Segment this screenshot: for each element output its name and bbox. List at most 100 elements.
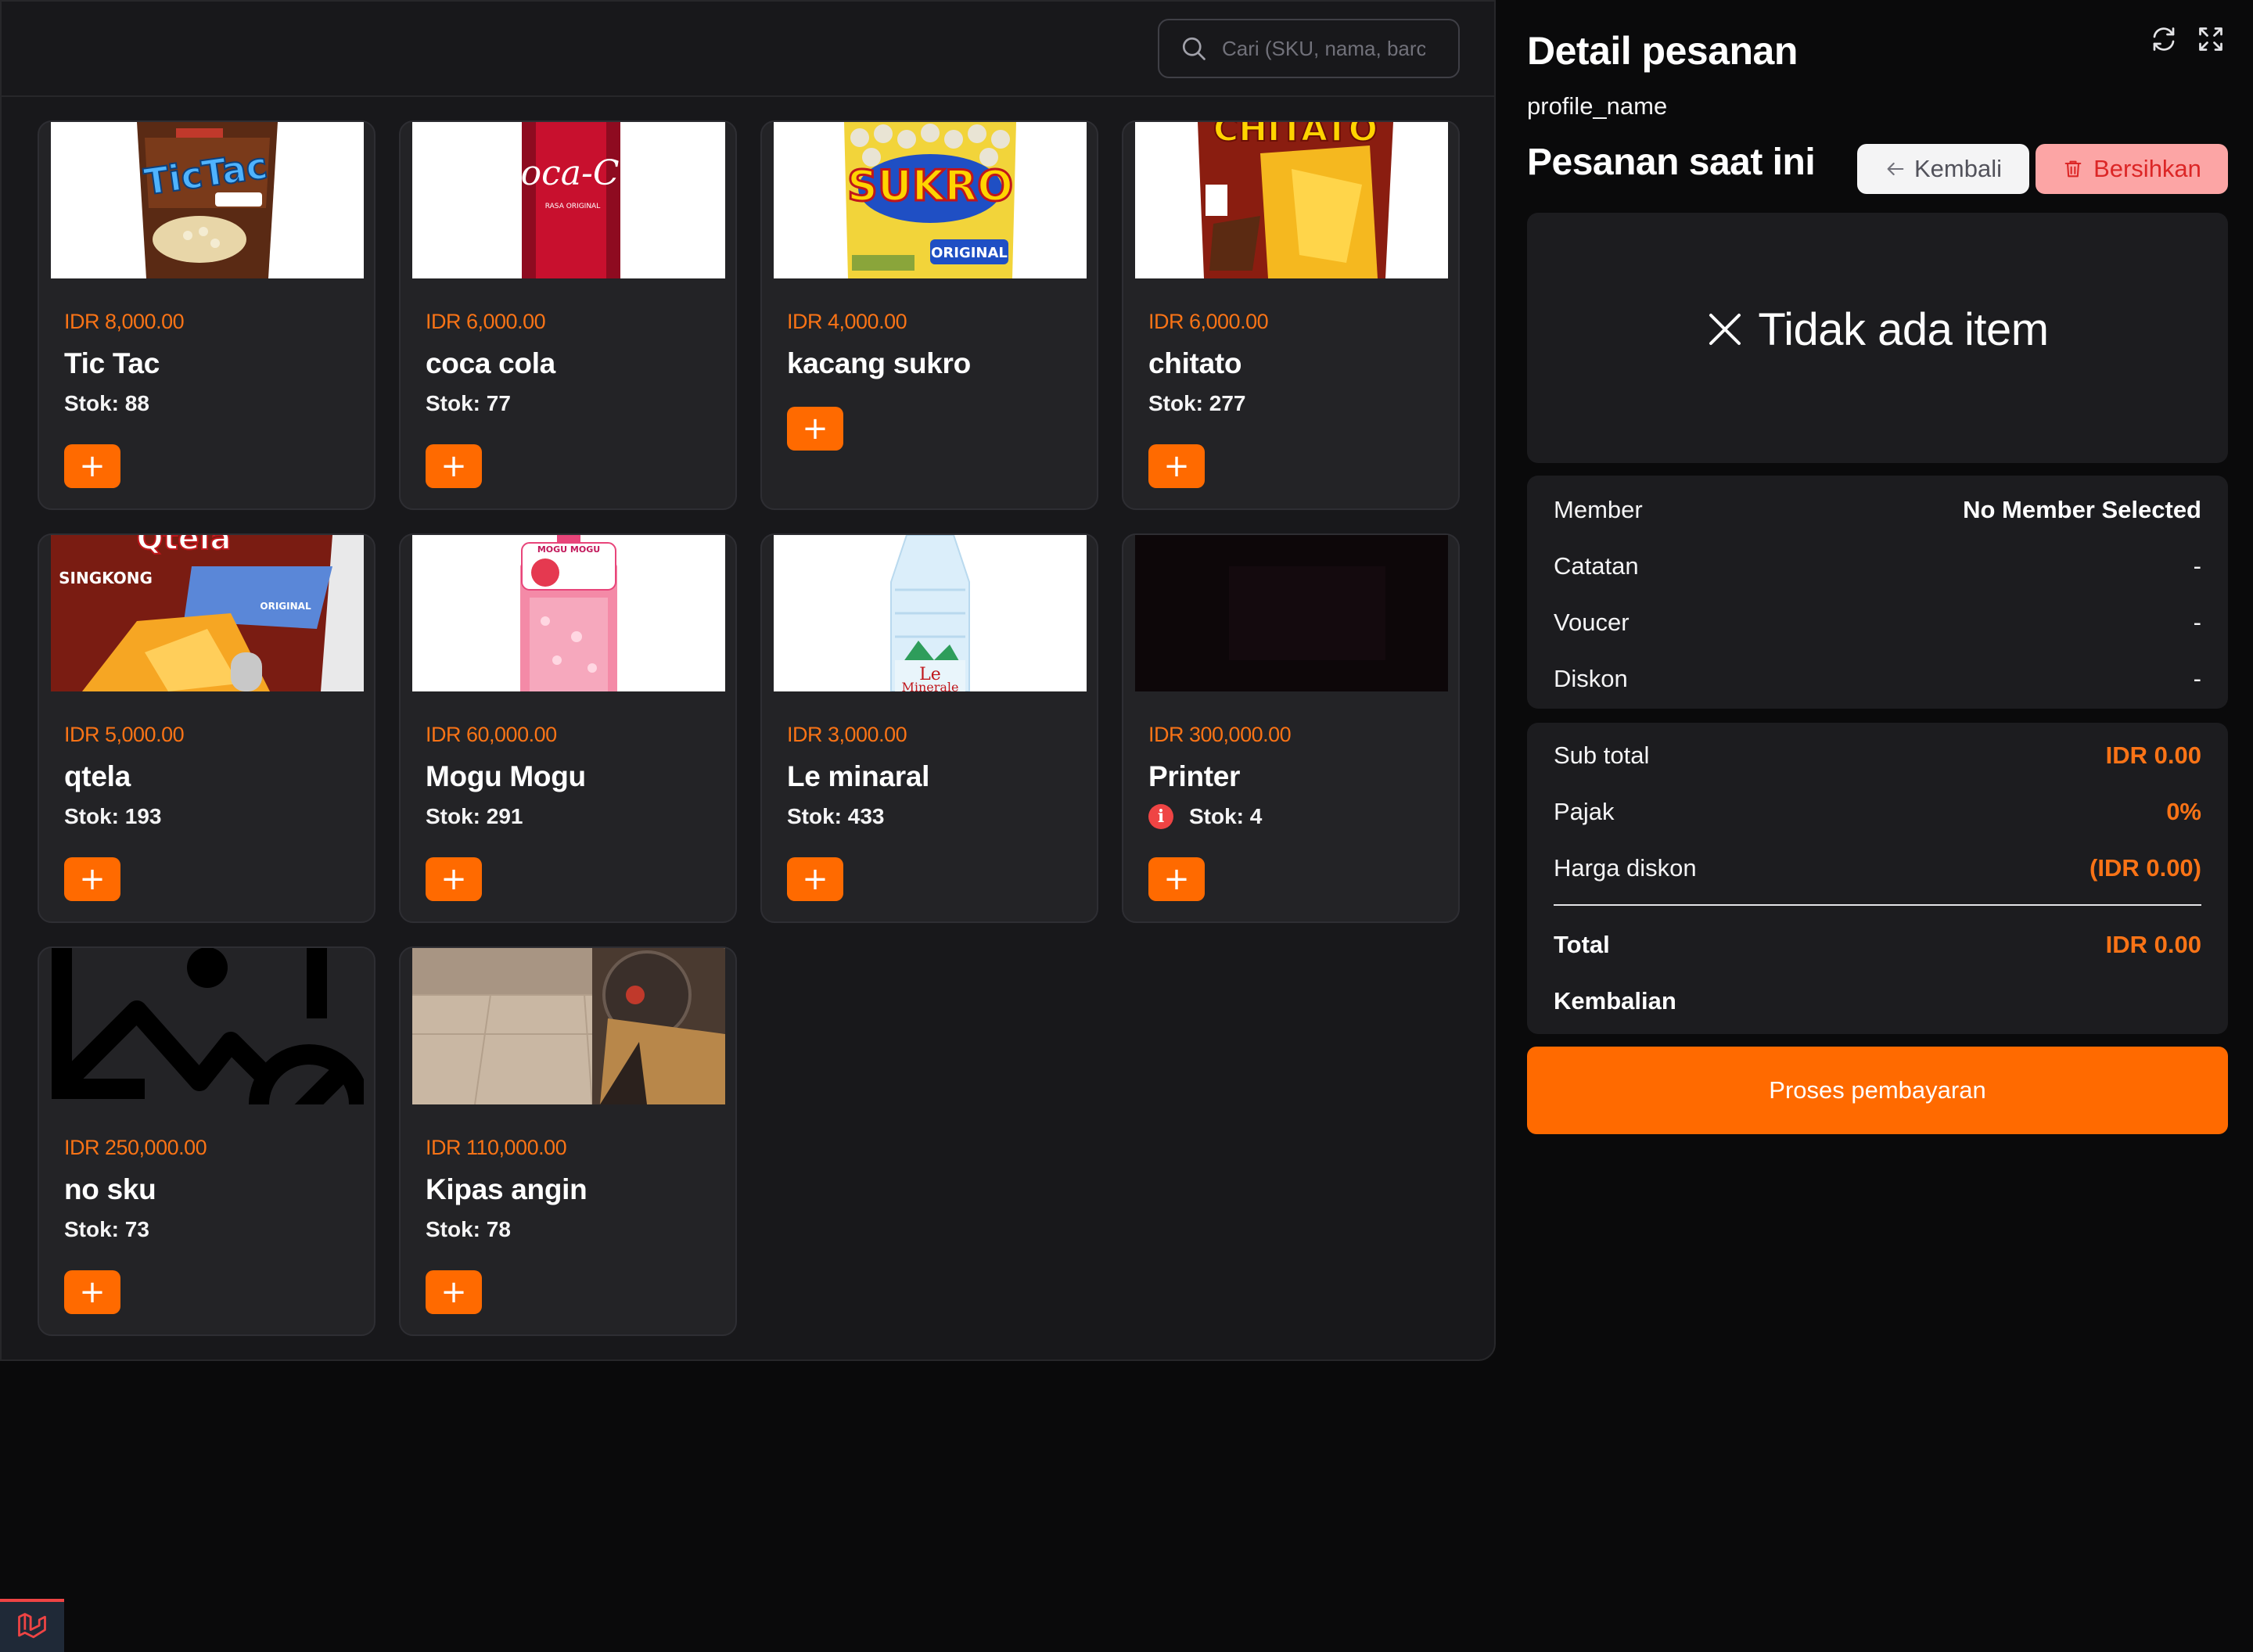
add-to-cart-button[interactable]: + <box>426 857 482 901</box>
svg-text:SINGKONG: SINGKONG <box>59 569 153 587</box>
svg-text:ORIGINAL: ORIGINAL <box>931 245 1008 261</box>
product-card[interactable]: CHITATO IDR 6,000.00 chitato Stok: 277 + <box>1122 120 1460 510</box>
product-card[interactable]: IDR 300,000.00 Printer i Stok: 4 + <box>1122 533 1460 923</box>
add-to-cart-button[interactable]: + <box>1148 857 1205 901</box>
low-stock-info-icon: i <box>1148 804 1173 829</box>
search-input[interactable] <box>1222 36 1425 61</box>
total-row: Total IDR 0.00 <box>1554 929 2201 961</box>
product-price: IDR 60,000.00 <box>426 723 557 746</box>
printer-image <box>1135 535 1448 691</box>
product-name: qtela <box>64 760 131 792</box>
tictac-snack-image: TicTac <box>51 122 364 278</box>
add-to-cart-button[interactable]: + <box>426 1270 482 1314</box>
image-placeholder-icon <box>51 948 364 1104</box>
product-card[interactable]: Le Minerale IDR 3,000.00 Le minaral Stok… <box>760 533 1098 923</box>
subtotal-row: Sub total IDR 0.00 <box>1554 740 2201 771</box>
search-box[interactable] <box>1158 19 1460 78</box>
product-card[interactable]: Coca-Col RASA ORIGINAL IDR 6,000.00 coca… <box>399 120 737 510</box>
product-stock-text: Stok: 4 <box>1189 804 1263 828</box>
chitato-chips-image: CHITATO <box>1135 122 1448 278</box>
product-stock: Stok: 433 <box>787 804 885 829</box>
product-name: Le minaral <box>787 760 930 792</box>
svg-text:Minerale: Minerale <box>901 680 958 691</box>
fullscreen-icon[interactable] <box>2197 25 2225 53</box>
add-to-cart-button[interactable]: + <box>787 407 843 451</box>
product-name: no sku <box>64 1173 156 1205</box>
header-actions <box>2150 25 2225 53</box>
product-price: IDR 6,000.00 <box>426 310 546 333</box>
product-panel: TicTac IDR 8,000.00 Tic Tac Stok: 88 + <box>0 0 1496 1361</box>
product-stock-text: Stok: 433 <box>787 804 885 828</box>
product-stock-text: Stok: 193 <box>64 804 162 828</box>
change-row: Kembalian <box>1554 986 2201 1017</box>
product-stock-text: Stok: 277 <box>1148 391 1246 415</box>
member-value: No Member Selected <box>1963 496 2201 523</box>
product-stock-text: Stok: 77 <box>426 391 511 415</box>
clear-button[interactable]: Bersihkan <box>2036 144 2228 194</box>
svg-text:CHITATO: CHITATO <box>1213 122 1378 149</box>
product-price: IDR 300,000.00 <box>1148 723 1292 746</box>
product-price: IDR 5,000.00 <box>64 723 185 746</box>
product-stock-text: Stok: 88 <box>64 391 149 415</box>
product-card[interactable]: IDR 250,000.00 no sku Stok: 73 + <box>38 946 376 1336</box>
process-payment-button[interactable]: Proses pembayaran <box>1527 1047 2228 1134</box>
voucher-row[interactable]: Voucer - <box>1554 607 2201 638</box>
product-price: IDR 110,000.00 <box>426 1136 567 1159</box>
product-card[interactable]: Qtela SINGKONG ORIGINAL IDR 5,000.00 qte… <box>38 533 376 923</box>
add-to-cart-button[interactable]: + <box>64 444 120 488</box>
current-order-title: Pesanan saat ini <box>1527 142 1816 183</box>
totals-divider <box>1554 904 2201 906</box>
member-row[interactable]: Member No Member Selected <box>1554 494 2201 526</box>
product-name: Printer <box>1148 760 1241 792</box>
note-row[interactable]: Catatan - <box>1554 551 2201 582</box>
add-to-cart-button[interactable]: + <box>1148 444 1205 488</box>
product-card[interactable]: TicTac IDR 8,000.00 Tic Tac Stok: 88 + <box>38 120 376 510</box>
discount-price-row: Harga diskon (IDR 0.00) <box>1554 853 2201 884</box>
product-stock-text: Stok: 78 <box>426 1217 511 1241</box>
clear-button-label: Bersihkan <box>2093 155 2201 182</box>
discount-label: Diskon <box>1554 665 1628 692</box>
product-card[interactable]: SUKRO ORIGINAL IDR 4,000.00 kacang sukro… <box>760 120 1098 510</box>
change-label: Kembalian <box>1554 987 1676 1015</box>
le-minerale-bottle-image: Le Minerale <box>774 535 1087 691</box>
discount-row[interactable]: Diskon - <box>1554 663 2201 695</box>
svg-text:MOGU MOGU: MOGU MOGU <box>537 544 600 555</box>
svg-text:ORIGINAL: ORIGINAL <box>260 601 311 612</box>
total-value: IDR 0.00 <box>2105 931 2201 958</box>
add-to-cart-button[interactable]: + <box>64 1270 120 1314</box>
coca-cola-can-image: Coca-Col RASA ORIGINAL <box>412 122 725 278</box>
member-label: Member <box>1554 496 1643 523</box>
product-stock-text: Stok: 73 <box>64 1217 149 1241</box>
product-name: chitato <box>1148 347 1242 379</box>
product-price: IDR 3,000.00 <box>787 723 907 746</box>
tax-value: 0% <box>2166 798 2201 825</box>
empty-cart: Tidak ada item <box>1527 213 2228 463</box>
product-stock-text: Stok: 291 <box>426 804 523 828</box>
discount-price-value: (IDR 0.00) <box>2090 854 2201 882</box>
product-stock: Stok: 291 <box>426 804 523 829</box>
add-to-cart-button[interactable]: + <box>787 857 843 901</box>
back-button[interactable]: Kembali <box>1857 144 2029 194</box>
discount-price-label: Harga diskon <box>1554 854 1697 882</box>
voucher-value: - <box>2193 609 2201 636</box>
product-stock: Stok: 77 <box>426 391 511 416</box>
add-to-cart-button[interactable]: + <box>426 444 482 488</box>
subtotal-label: Sub total <box>1554 742 1650 769</box>
order-totals: Sub total IDR 0.00 Pajak 0% Harga diskon… <box>1527 723 2228 1034</box>
refresh-icon[interactable] <box>2150 25 2178 53</box>
laravel-debugbar-icon[interactable] <box>0 1599 64 1652</box>
product-stock: Stok: 88 <box>64 391 149 416</box>
tax-label: Pajak <box>1554 798 1615 825</box>
product-price: IDR 250,000.00 <box>64 1136 207 1159</box>
order-info: Member No Member Selected Catatan - Vouc… <box>1527 476 2228 709</box>
product-stock: Stok: 78 <box>426 1217 511 1242</box>
add-to-cart-button[interactable]: + <box>64 857 120 901</box>
product-price: IDR 6,000.00 <box>1148 310 1269 333</box>
product-card[interactable]: MOGU MOGU IDR 60,000.00 Mogu Mogu Stok: … <box>399 533 737 923</box>
product-card[interactable]: IDR 110,000.00 Kipas angin Stok: 78 + <box>399 946 737 1336</box>
mogu-mogu-bottle-image: MOGU MOGU <box>412 535 725 691</box>
product-toolbar <box>2 2 1494 97</box>
subtotal-value: IDR 0.00 <box>2105 742 2201 769</box>
svg-text:RASA ORIGINAL: RASA ORIGINAL <box>545 203 600 210</box>
back-button-label: Kembali <box>1914 155 2002 182</box>
